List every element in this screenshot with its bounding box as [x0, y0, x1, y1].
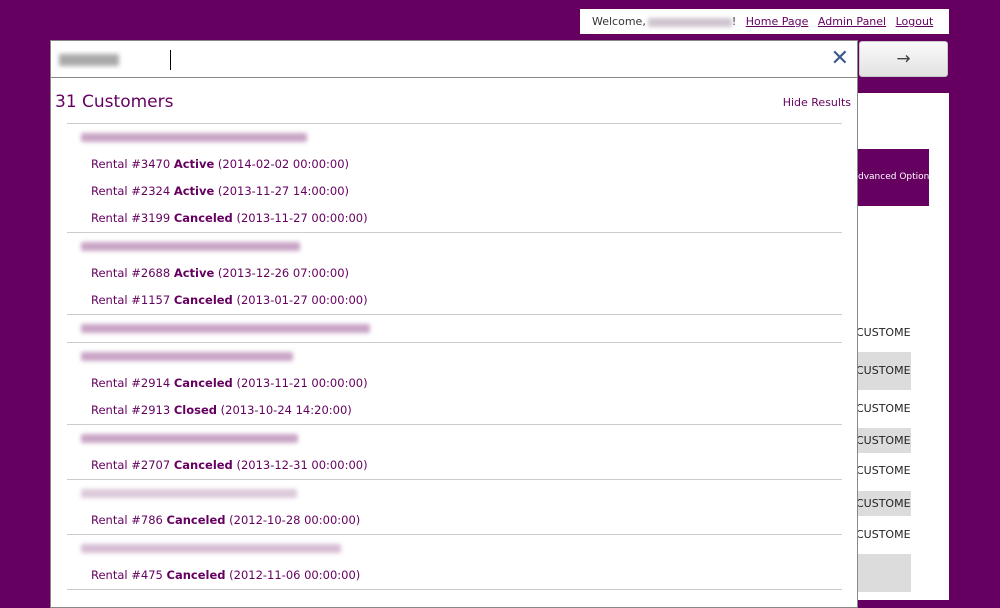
rental-link[interactable]: Rental #3470 Active (2014-02-02 00:00:00… [67, 151, 842, 178]
customer-cell: CUSTOMER [858, 352, 911, 390]
customer-name-link[interactable] [67, 480, 842, 507]
rental-link[interactable]: Rental #3199 Canceled (2013-11-27 00:00:… [67, 205, 842, 232]
customer-cell: CUSTOMER [858, 428, 911, 453]
top-nav: Welcome,! Home Page Admin Panel Logout [580, 9, 949, 34]
results-list: Rental #3470 Active (2014-02-02 00:00:00… [67, 123, 842, 590]
results-count-title: 31 Customers [55, 92, 174, 112]
customer-group: Rental #786 Canceled (2012-10-28 00:00:0… [67, 479, 842, 534]
customer-cell: CUSTOMER [858, 402, 911, 415]
customer-group: Rental #2688 Active (2013-12-26 07:00:00… [67, 232, 842, 314]
rental-link[interactable]: Rental #786 Canceled (2012-10-28 00:00:0… [67, 507, 842, 534]
logout-link[interactable]: Logout [896, 15, 934, 28]
customer-group [67, 314, 842, 342]
customer-name-link[interactable] [67, 343, 842, 370]
customer-group: Rental #2914 Canceled (2013-11-21 00:00:… [67, 342, 842, 424]
rental-link[interactable]: Rental #1157 Canceled (2013-01-27 00:00:… [67, 287, 842, 314]
rental-link[interactable]: Rental #2688 Active (2013-12-26 07:00:00… [67, 260, 842, 287]
hide-results-link[interactable]: Hide Results [783, 96, 851, 109]
rental-link[interactable]: Rental #2707 Canceled (2013-12-31 00:00:… [67, 452, 842, 479]
customer-name-link[interactable] [67, 315, 842, 342]
rental-link[interactable]: Rental #2913 Closed (2013-10-24 14:20:00… [67, 397, 842, 424]
close-icon[interactable]: ✕ [831, 47, 849, 71]
customer-cell: CUSTOMER [858, 326, 911, 339]
home-page-link[interactable]: Home Page [746, 15, 809, 28]
customer-group: Rental #2707 Canceled (2013-12-31 00:00:… [67, 424, 842, 479]
customer-name-link[interactable] [67, 425, 842, 452]
admin-panel-link[interactable]: Admin Panel [818, 15, 886, 28]
customer-group: Rental #475 Canceled (2012-11-06 00:00:0… [67, 534, 842, 589]
advanced-options-button[interactable]: Advanced Options [858, 149, 929, 206]
rental-link[interactable]: Rental #2914 Canceled (2013-11-21 00:00:… [67, 370, 842, 397]
search-results-panel: 31 Customers Hide Results Rental #3470 A… [50, 78, 858, 608]
welcome-text: Welcome, [592, 15, 646, 28]
customer-group: Rental #3470 Active (2014-02-02 00:00:00… [67, 123, 842, 232]
customer-name-link[interactable] [67, 233, 842, 260]
customer-group-divider [67, 589, 842, 590]
customer-name-link[interactable] [67, 124, 842, 151]
user-name-redacted [647, 17, 732, 27]
search-query-redacted [59, 54, 119, 66]
arrow-right-icon: → [896, 49, 911, 69]
customer-cell: CUSTOMER [858, 528, 911, 541]
customer-cell: CUSTOMER [858, 464, 911, 477]
search-go-button[interactable]: → [859, 41, 948, 77]
grey-cell [858, 554, 911, 592]
search-input[interactable]: ✕ [50, 40, 858, 78]
rental-link[interactable]: Rental #2324 Active (2013-11-27 14:00:00… [67, 178, 842, 205]
background-page-panel: Advanced Options CUSTOMER CUSTOMER CUSTO… [858, 93, 949, 600]
rental-link[interactable]: Rental #475 Canceled (2012-11-06 00:00:0… [67, 562, 842, 589]
customer-cell: CUSTOMER [858, 491, 911, 516]
text-caret [170, 50, 171, 70]
welcome-exclaim: ! [731, 15, 737, 28]
customer-name-link[interactable] [67, 535, 842, 562]
